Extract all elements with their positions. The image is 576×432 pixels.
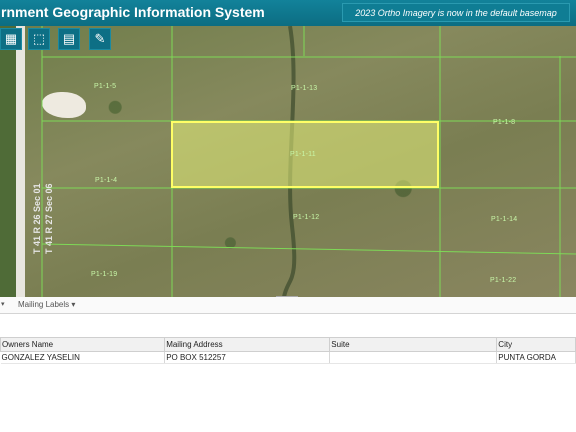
pencil-icon[interactable]: ✎ xyxy=(89,28,111,50)
mailing-address-cell: PO BOX 512257 xyxy=(164,351,331,364)
tab-mailing-labels[interactable]: Mailing Labels ▾ xyxy=(18,300,75,309)
parcel-overlay xyxy=(41,26,576,297)
parcel-label[interactable]: P1-1-8 xyxy=(493,119,515,126)
section-label: T 41 R 26 Sec 01 xyxy=(32,183,42,254)
grid-icon[interactable]: ▦ xyxy=(0,28,22,50)
owner-name-cell: GONZALEZ YASELIN xyxy=(0,351,166,364)
column-header-mailing-address[interactable]: Mailing Address xyxy=(164,337,331,352)
app-header: rnment Geographic Information System 202… xyxy=(0,0,576,26)
notes-icon[interactable]: ▤ xyxy=(58,28,80,50)
parcel-label[interactable]: P1-1-13 xyxy=(291,85,317,92)
parcel-label[interactable]: P1-1-12 xyxy=(293,214,319,221)
column-header-owners-name[interactable]: Owners Name xyxy=(0,337,166,352)
results-tabbar: ▾ Mailing Labels ▾ xyxy=(0,297,576,314)
parcel-label[interactable]: P1-1-19 xyxy=(91,271,117,278)
collapse-arrow-icon[interactable]: ▾ xyxy=(1,300,5,308)
parcel-label[interactable]: P1-1-11 xyxy=(290,151,316,158)
parcel-label[interactable]: P1-1-22 xyxy=(490,277,516,284)
app-title: rnment Geographic Information System xyxy=(1,4,265,20)
map-view[interactable]: P1-1-5 P1-1-13 P1-1-8 P1-1-11 P1-1-4 P1-… xyxy=(0,26,576,297)
city-cell: PUNTA GORDA xyxy=(496,351,576,364)
suite-cell xyxy=(329,351,498,364)
column-header-city[interactable]: City xyxy=(496,337,576,352)
column-header-suite[interactable]: Suite xyxy=(329,337,498,352)
mailing-labels-table: Owners Name Mailing Address Suite City G… xyxy=(0,337,576,364)
table-header-row: Owners Name Mailing Address Suite City xyxy=(0,337,576,352)
parcel-label[interactable]: P1-1-14 xyxy=(491,216,517,223)
basemap-notice[interactable]: 2023 Ortho Imagery is now in the default… xyxy=(342,3,570,22)
table-row[interactable]: GONZALEZ YASELIN PO BOX 512257 PUNTA GOR… xyxy=(0,351,576,364)
section-label: T 41 R 27 Sec 06 xyxy=(44,183,54,254)
parcel-label[interactable]: P1-1-5 xyxy=(94,83,116,90)
parcel-label[interactable]: P1-1-4 xyxy=(95,177,117,184)
select-box-icon[interactable]: ⬚ xyxy=(28,28,50,50)
